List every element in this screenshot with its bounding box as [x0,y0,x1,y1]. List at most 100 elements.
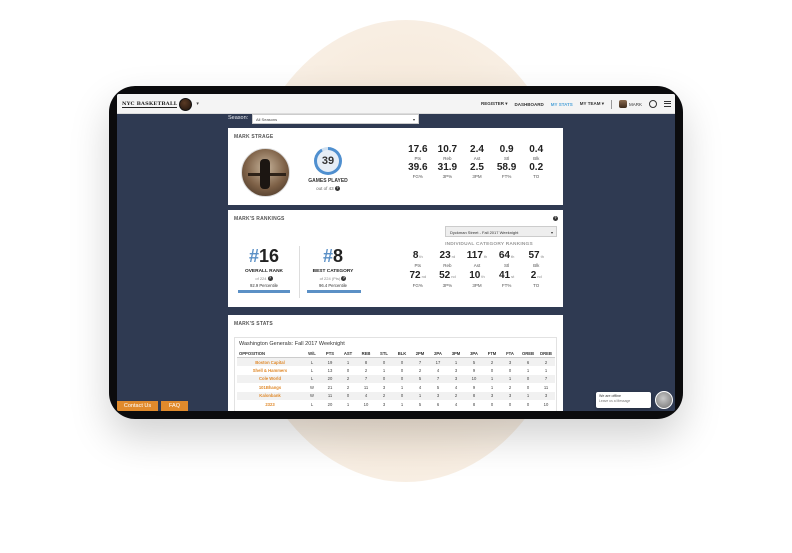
table-cell: 10 [543,401,549,407]
table-cell: 7 [411,357,429,366]
rank-label: 3PM [472,283,482,288]
overall-rank-of: of 224 ? [236,276,292,282]
nav-register[interactable]: REGISTER ▾ [481,101,508,107]
nav-dashboard[interactable]: DASHBOARD [515,102,544,107]
site-logo[interactable]: NYC BASKETBALL ▾ [122,96,199,112]
rankings-title: MARK'S RANKINGS [234,216,285,222]
table-cell: 2 [508,384,512,390]
season-selected-value: All Seasons [256,117,278,122]
table-row: Shell & Hammers L 13 0 2 1 0 2 4 3 9 0 0 1 1 [237,366,555,375]
table-cell: 3 [382,401,386,407]
table-cell: 1 [526,367,530,373]
help-icon[interactable]: ? [267,276,273,282]
stat-value: 2.5 [470,162,484,173]
league-select[interactable]: Dyckman Street - Fall 2017 Weeknight ▾ [445,226,557,237]
column-header[interactable]: REB [357,350,375,358]
nav-links: REGISTER ▾ DASHBOARD MY STATS MY TEAM ▾ … [481,94,671,114]
column-header[interactable]: AST [339,350,357,358]
table-body: Boston Capital L 19 1 8 0 0 7 17 1 5 2 3 6 2 Shell & Ha… [237,357,555,409]
top-navbar: NYC BASKETBALL ▾ REGISTER ▾ DASHBOARD MY… [117,94,675,114]
help-icon[interactable]: ? [334,186,340,192]
table-cell: 8 [465,391,483,400]
column-header[interactable]: FTM [483,350,501,358]
column-header[interactable]: STL [375,350,393,358]
table-cell: 1 [483,374,501,383]
opponent-link[interactable]: 101Bhangs [237,383,303,392]
rank-value: 117th [466,250,488,261]
nav-my-stats[interactable]: MY STATS [551,102,573,107]
hash-symbol: # [248,246,259,266]
column-header[interactable]: DREB [537,350,555,358]
best-rank-number: 8 [333,246,344,266]
rank-stl: 64th Stl [492,250,522,270]
table-header-row: OPPOSITION W/L PTS AST REB STL BLK 2PM 2PA 3PM 3PA… [237,350,555,358]
faq-button[interactable]: FAQ [161,401,188,411]
table-cell: 0 [339,391,357,400]
game-log-box: Washington Generals: Fall 2017 Weeknight… [234,337,557,411]
table-cell: 3 [501,391,519,400]
stat-value: 0.9 [499,144,514,155]
help-icon[interactable]: ? [553,216,558,221]
table-cell: 1 [519,391,537,400]
player-name-title: MARK STRAGE [234,134,274,140]
column-header[interactable]: OREB [519,350,537,358]
table-cell: 0 [393,374,411,383]
column-header[interactable]: OPPOSITION [237,350,303,358]
rank-3p-pct: 52nd 3P% [433,270,463,290]
overall-percentile: 92.9 Percentile [250,283,278,289]
stats-title: MARK'S STATS [234,321,273,327]
table-cell: 0 [375,374,393,383]
table-cell: 1 [400,384,404,390]
power-icon[interactable] [649,100,657,108]
opponent-link[interactable]: Kalonbank [237,391,303,400]
column-header[interactable]: 2PM [411,350,429,358]
column-header[interactable]: 3PM [447,350,465,358]
basketball-icon [179,97,193,111]
chevron-down-icon[interactable]: ▾ [196,101,199,107]
table-cell: 2 [339,374,357,383]
opponent-link[interactable]: Shell & Hammers [237,366,303,375]
logo-text: NYC BASKETBALL [122,100,178,108]
opponent-link[interactable]: Cole World [237,374,303,383]
stat-reb: 10.7 Reb [433,144,463,162]
table-cell: 5 [436,384,440,390]
league-selected-value: Dyckman Street - Fall 2017 Weeknight [450,230,519,235]
table-cell: 6 [436,401,440,407]
chat-offline-bubble[interactable]: We are offline Leave us a Message [596,392,651,408]
table-cell: 0 [519,374,537,383]
column-header[interactable]: BLK [393,350,411,358]
stat-label: FT% [501,174,512,179]
rank-label: Stl [503,263,510,268]
menu-icon[interactable] [664,101,671,107]
season-select[interactable]: All Seasons ▾ [252,114,419,124]
rankings-panel: MARK'S RANKINGS ? Dyckman Street - Fall … [228,210,563,307]
column-header[interactable]: 3PA [465,350,483,358]
rank-to: 2nd TO [521,270,551,290]
column-header[interactable]: 2PA [429,350,447,358]
best-of-text: of 224 (Pts) [319,276,341,281]
table-cell: 2 [364,367,368,373]
table-cell: 3 [537,391,555,400]
chevron-down-icon: ▾ [550,230,553,235]
table-cell: 1 [447,357,465,366]
nav-user-menu[interactable]: MARK [618,100,642,108]
column-header[interactable]: PTS [321,350,339,358]
column-header[interactable]: FTA [501,350,519,358]
contact-us-button[interactable]: Contact Us [117,401,158,411]
table-cell: 19 [321,357,339,366]
nav-my-team[interactable]: MY TEAM ▾ [580,101,604,107]
table-row: Boston Capital L 19 1 8 0 0 7 17 1 5 2 3 6 2 [237,357,555,366]
table-cell: 1 [544,367,548,373]
category-rankings-grid: 8th Pts 23rd Reb 117th Ast 64th Stl 57th Blk … [403,250,551,290]
opponent-link[interactable]: 2323 [237,400,303,409]
opponent-link[interactable]: Boston Capital [237,357,303,366]
player-photo [241,148,290,197]
column-header[interactable]: W/L [303,350,321,358]
chat-avatar-icon[interactable] [655,391,673,409]
table-cell: 7 [429,374,447,383]
table-cell: 0 [508,367,512,373]
help-icon[interactable]: ? [341,276,347,282]
overall-rank-number: 16 [258,246,280,266]
table-cell: 2 [375,391,393,400]
table-cell: 5 [465,357,483,366]
